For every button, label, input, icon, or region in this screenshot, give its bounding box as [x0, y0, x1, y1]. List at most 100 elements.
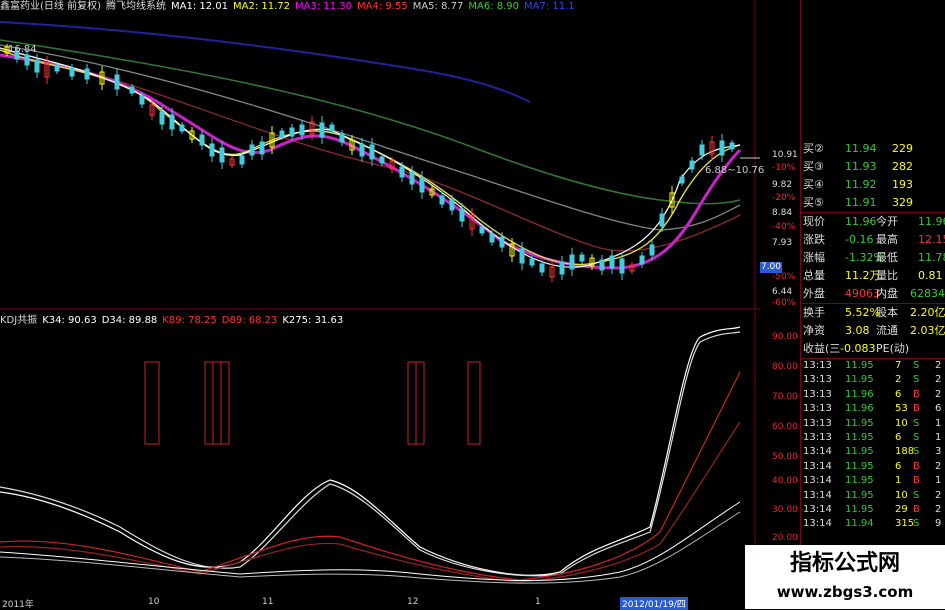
tick-row: 13:14 11.95 29 B 2	[800, 503, 945, 517]
tick-time: 13:14	[803, 489, 832, 501]
candle-body	[319, 122, 325, 138]
stat-value: 49063	[845, 287, 880, 300]
tick-volume: 7	[895, 360, 902, 371]
tick-side: S	[913, 360, 920, 371]
candle-body	[689, 160, 695, 170]
candle-body	[419, 177, 425, 193]
tick-price: 11.95	[845, 489, 874, 501]
stat-value: 11.96	[918, 215, 945, 228]
bid-label: 买②	[803, 142, 824, 155]
fin-value: 2.20亿	[910, 306, 945, 319]
scale-tick: -10%	[772, 163, 796, 173]
tick-row: 13:13 11.96 6 B 2	[800, 388, 945, 402]
candle-body	[219, 147, 225, 163]
tick-time: 13:13	[803, 417, 832, 429]
signal-box	[407, 361, 417, 445]
scale-tick: 6.44	[772, 287, 793, 297]
tick-price: 11.96	[845, 403, 874, 415]
date-tick: 10	[148, 597, 160, 607]
candle-body	[114, 74, 120, 90]
scale-tick: 9.82	[772, 180, 793, 190]
tick-volume: 315	[895, 518, 915, 530]
tick-count: 9	[935, 518, 942, 530]
tick-price: 11.95	[845, 446, 874, 458]
candle-body	[529, 258, 535, 266]
stat-row: 总量 11.2万 量比 0.81	[800, 267, 945, 285]
tick-volume: 1	[895, 475, 902, 487]
candle-body	[479, 226, 485, 234]
candle-body	[279, 130, 285, 138]
candle-body	[259, 141, 265, 155]
candle-body	[539, 263, 545, 273]
tick-time: 13:14	[803, 460, 832, 472]
stat-row: 涨跌 -0.16最高 12.15	[800, 231, 945, 249]
tick-list[interactable]: 13:13 11.95 7 S 2 13:13 11.95 2 S 2 13:13 11.96 6 B 2 1…	[800, 359, 945, 532]
signal-box	[467, 361, 481, 445]
tick-price: 11.95	[845, 374, 874, 386]
scale-tick: 8.84	[772, 208, 793, 218]
low-range-label: 6.88~10.76	[705, 165, 765, 176]
candle-body	[359, 143, 365, 157]
tick-row: 13:14 11.94 315 S 9	[800, 517, 945, 531]
tick-side: S	[913, 374, 920, 386]
candle-body	[169, 114, 175, 130]
bid-volume: 282	[892, 160, 913, 173]
bid-row: 买③ 11.93 282	[800, 158, 945, 176]
candle-body	[439, 195, 445, 205]
tick-count: 3	[935, 446, 942, 458]
tick-side: B	[913, 388, 920, 400]
tick-row: 13:14 11.95 1 B 1	[800, 474, 945, 488]
tick-price: 11.95	[845, 417, 874, 429]
candle-body	[139, 95, 145, 105]
candle-body	[659, 213, 665, 227]
fin-value: 3.08	[845, 324, 870, 337]
bid-price: 11.94	[845, 142, 877, 155]
fin-label: 换手	[803, 306, 825, 319]
tick-volume: 53	[895, 403, 908, 415]
stat-label: 量比	[876, 269, 898, 282]
fin-list: 换手 5.52% 股本 2.20亿 净资 3.08 流通 2.03亿 收益(三 -0.083 P…	[800, 304, 945, 358]
candle-body	[719, 140, 725, 156]
main-candlestick-chart[interactable]	[0, 0, 760, 310]
ma2-label: MA2: 11.72	[233, 1, 291, 12]
tick-side: B	[913, 460, 920, 472]
system-name: 腾飞均线系统	[105, 1, 166, 12]
candle-body	[649, 244, 655, 256]
scale-tick: 30.00	[772, 505, 798, 515]
tick-time: 13:14	[803, 475, 832, 487]
tick-count: 2	[935, 374, 942, 386]
scale-tick: 80.00	[772, 362, 798, 372]
bid-label: 买④	[803, 178, 824, 191]
tick-time: 13:13	[803, 388, 832, 400]
bid-list: 买② 11.94 229 买③ 11.93 282 买④ 11.92 193 买⑤ 11.91…	[800, 140, 945, 212]
candle-body	[199, 134, 205, 146]
bid-volume: 193	[892, 178, 913, 191]
candle-body	[499, 236, 505, 248]
fin-label: PE(动)	[876, 342, 910, 355]
signal-box	[144, 361, 160, 445]
ma3-line	[0, 53, 742, 270]
ma3-label: MA3: 11.30	[295, 1, 353, 12]
high-price-label: 16.84	[8, 44, 37, 55]
candle-body	[379, 156, 385, 164]
ma5-label: MA5: 8.77	[412, 1, 464, 12]
tick-row: 13:14 11.95 188 S 3	[800, 445, 945, 459]
tick-volume: 10	[895, 489, 908, 501]
kdj-indicator-chart[interactable]	[0, 312, 760, 597]
tick-side: S	[913, 446, 920, 458]
stat-value: 12.15	[918, 233, 945, 246]
bid-price: 11.91	[845, 196, 877, 209]
scale-tick: -60%	[772, 298, 796, 308]
stat-label: 外盘	[803, 287, 825, 300]
date-tick: 1	[535, 597, 541, 607]
d34-line	[0, 331, 741, 577]
stock-title: 鑫富药业(日线 前复权)	[0, 1, 101, 12]
tick-price: 11.95	[845, 503, 874, 515]
tick-time: 13:13	[803, 431, 832, 443]
stat-row: 现价11.96今开11.96	[800, 213, 945, 231]
fin-value: -0.083	[840, 342, 876, 355]
fin-label: 股本	[876, 306, 898, 319]
signal-box	[220, 361, 230, 445]
tick-side: B	[913, 503, 920, 515]
candle-body	[84, 68, 90, 80]
